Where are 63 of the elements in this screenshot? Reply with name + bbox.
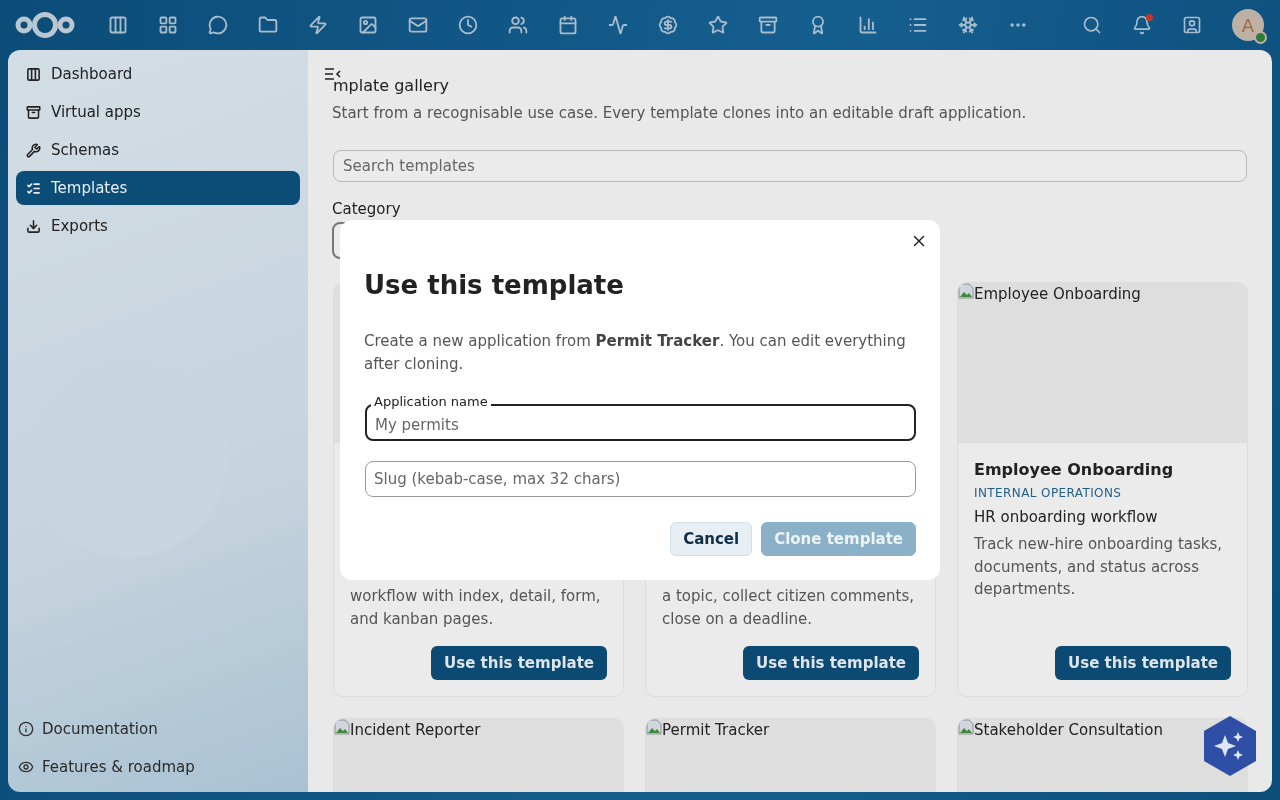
dollar-icon[interactable] [658, 15, 678, 35]
dialog-description: Create a new application from Permit Tracker. You can edit everything after cloning. [364, 331, 907, 375]
star-icon[interactable] [708, 15, 728, 35]
people-icon[interactable] [508, 15, 528, 35]
field-label: Application name [371, 395, 491, 409]
menu-toggle-icon[interactable] [324, 67, 341, 81]
lightning-icon[interactable] [308, 15, 328, 35]
broken-image-icon [958, 283, 974, 299]
image-icon[interactable] [358, 15, 378, 35]
image-alt-text: Stakeholder Consultation [974, 720, 1163, 741]
assistant-button[interactable] [1203, 715, 1257, 777]
card-category: INTERNAL OPERATIONS [974, 486, 1123, 500]
card-description: workflow with index, detail, form, and kanban pages. [350, 586, 602, 630]
category-label: Category [332, 200, 402, 218]
list-icon[interactable] [908, 15, 928, 35]
eye-icon [18, 759, 34, 775]
sidebar-item[interactable]: Exports [16, 209, 300, 243]
page-subtitle: Start from a recognisable use case. Every template clones into an editable draft application. [332, 104, 1028, 122]
columns-icon [26, 66, 41, 82]
use-template-button[interactable]: Use this template [1055, 646, 1231, 680]
sidebar-link[interactable]: Documentation [16, 712, 300, 746]
wrench-icon [26, 142, 41, 158]
sidebar-item[interactable]: Virtual apps [16, 95, 300, 129]
broken-image-icon [334, 719, 350, 735]
bar-chart-icon[interactable] [858, 15, 878, 35]
snowflake-icon[interactable] [958, 15, 978, 35]
sidebar-item[interactable]: Schemas [16, 133, 300, 167]
card-description: Track new-hire onboarding tasks, documents, and status across departments. [974, 534, 1224, 600]
broken-image-icon [646, 719, 662, 735]
image-alt-text: Incident Reporter [350, 720, 481, 741]
chat-bubble-icon[interactable] [208, 15, 228, 35]
card-description: a topic, collect citizen comments, close on a deadline. [662, 586, 916, 630]
activity-icon[interactable] [608, 15, 628, 35]
search-icon[interactable] [1082, 15, 1102, 35]
grid-icon[interactable] [158, 15, 178, 35]
contacts-icon[interactable] [1182, 15, 1202, 35]
image-alt-text: Permit Tracker [662, 720, 770, 741]
card-subtitle: HR onboarding workflow [974, 508, 1159, 526]
info-icon [18, 721, 34, 737]
text-field[interactable]: Slug (kebab-case, max 32 chars) [365, 461, 916, 497]
calendar-icon[interactable] [558, 15, 578, 35]
mail-icon[interactable] [408, 15, 428, 35]
search-field[interactable]: Search templates [333, 150, 1247, 182]
archive-icon [26, 104, 41, 120]
logo-icon[interactable] [14, 10, 76, 40]
dialog-title: Use this template [364, 270, 625, 300]
broken-image-icon [958, 719, 974, 735]
use-template-button[interactable]: Use this template [431, 646, 607, 680]
checklist-icon [26, 180, 41, 196]
clock-icon[interactable] [458, 15, 478, 35]
archive-icon[interactable] [758, 15, 778, 35]
use-template-button[interactable]: Use this template [743, 646, 919, 680]
download-icon [26, 218, 41, 234]
columns-icon[interactable] [108, 15, 128, 35]
sidebar-item[interactable]: Templates [16, 171, 300, 205]
page-title: mplate gallery [333, 76, 449, 95]
bell-icon[interactable] [1132, 15, 1152, 35]
image-alt-text: Employee Onboarding [974, 284, 1141, 305]
card-title: Employee Onboarding [974, 460, 1175, 479]
sidebar-link[interactable]: Features & roadmap [16, 750, 300, 784]
sidebar-item[interactable]: Dashboard [16, 57, 300, 91]
cancel-button[interactable]: Cancel [670, 522, 753, 556]
folder-icon[interactable] [258, 15, 278, 35]
